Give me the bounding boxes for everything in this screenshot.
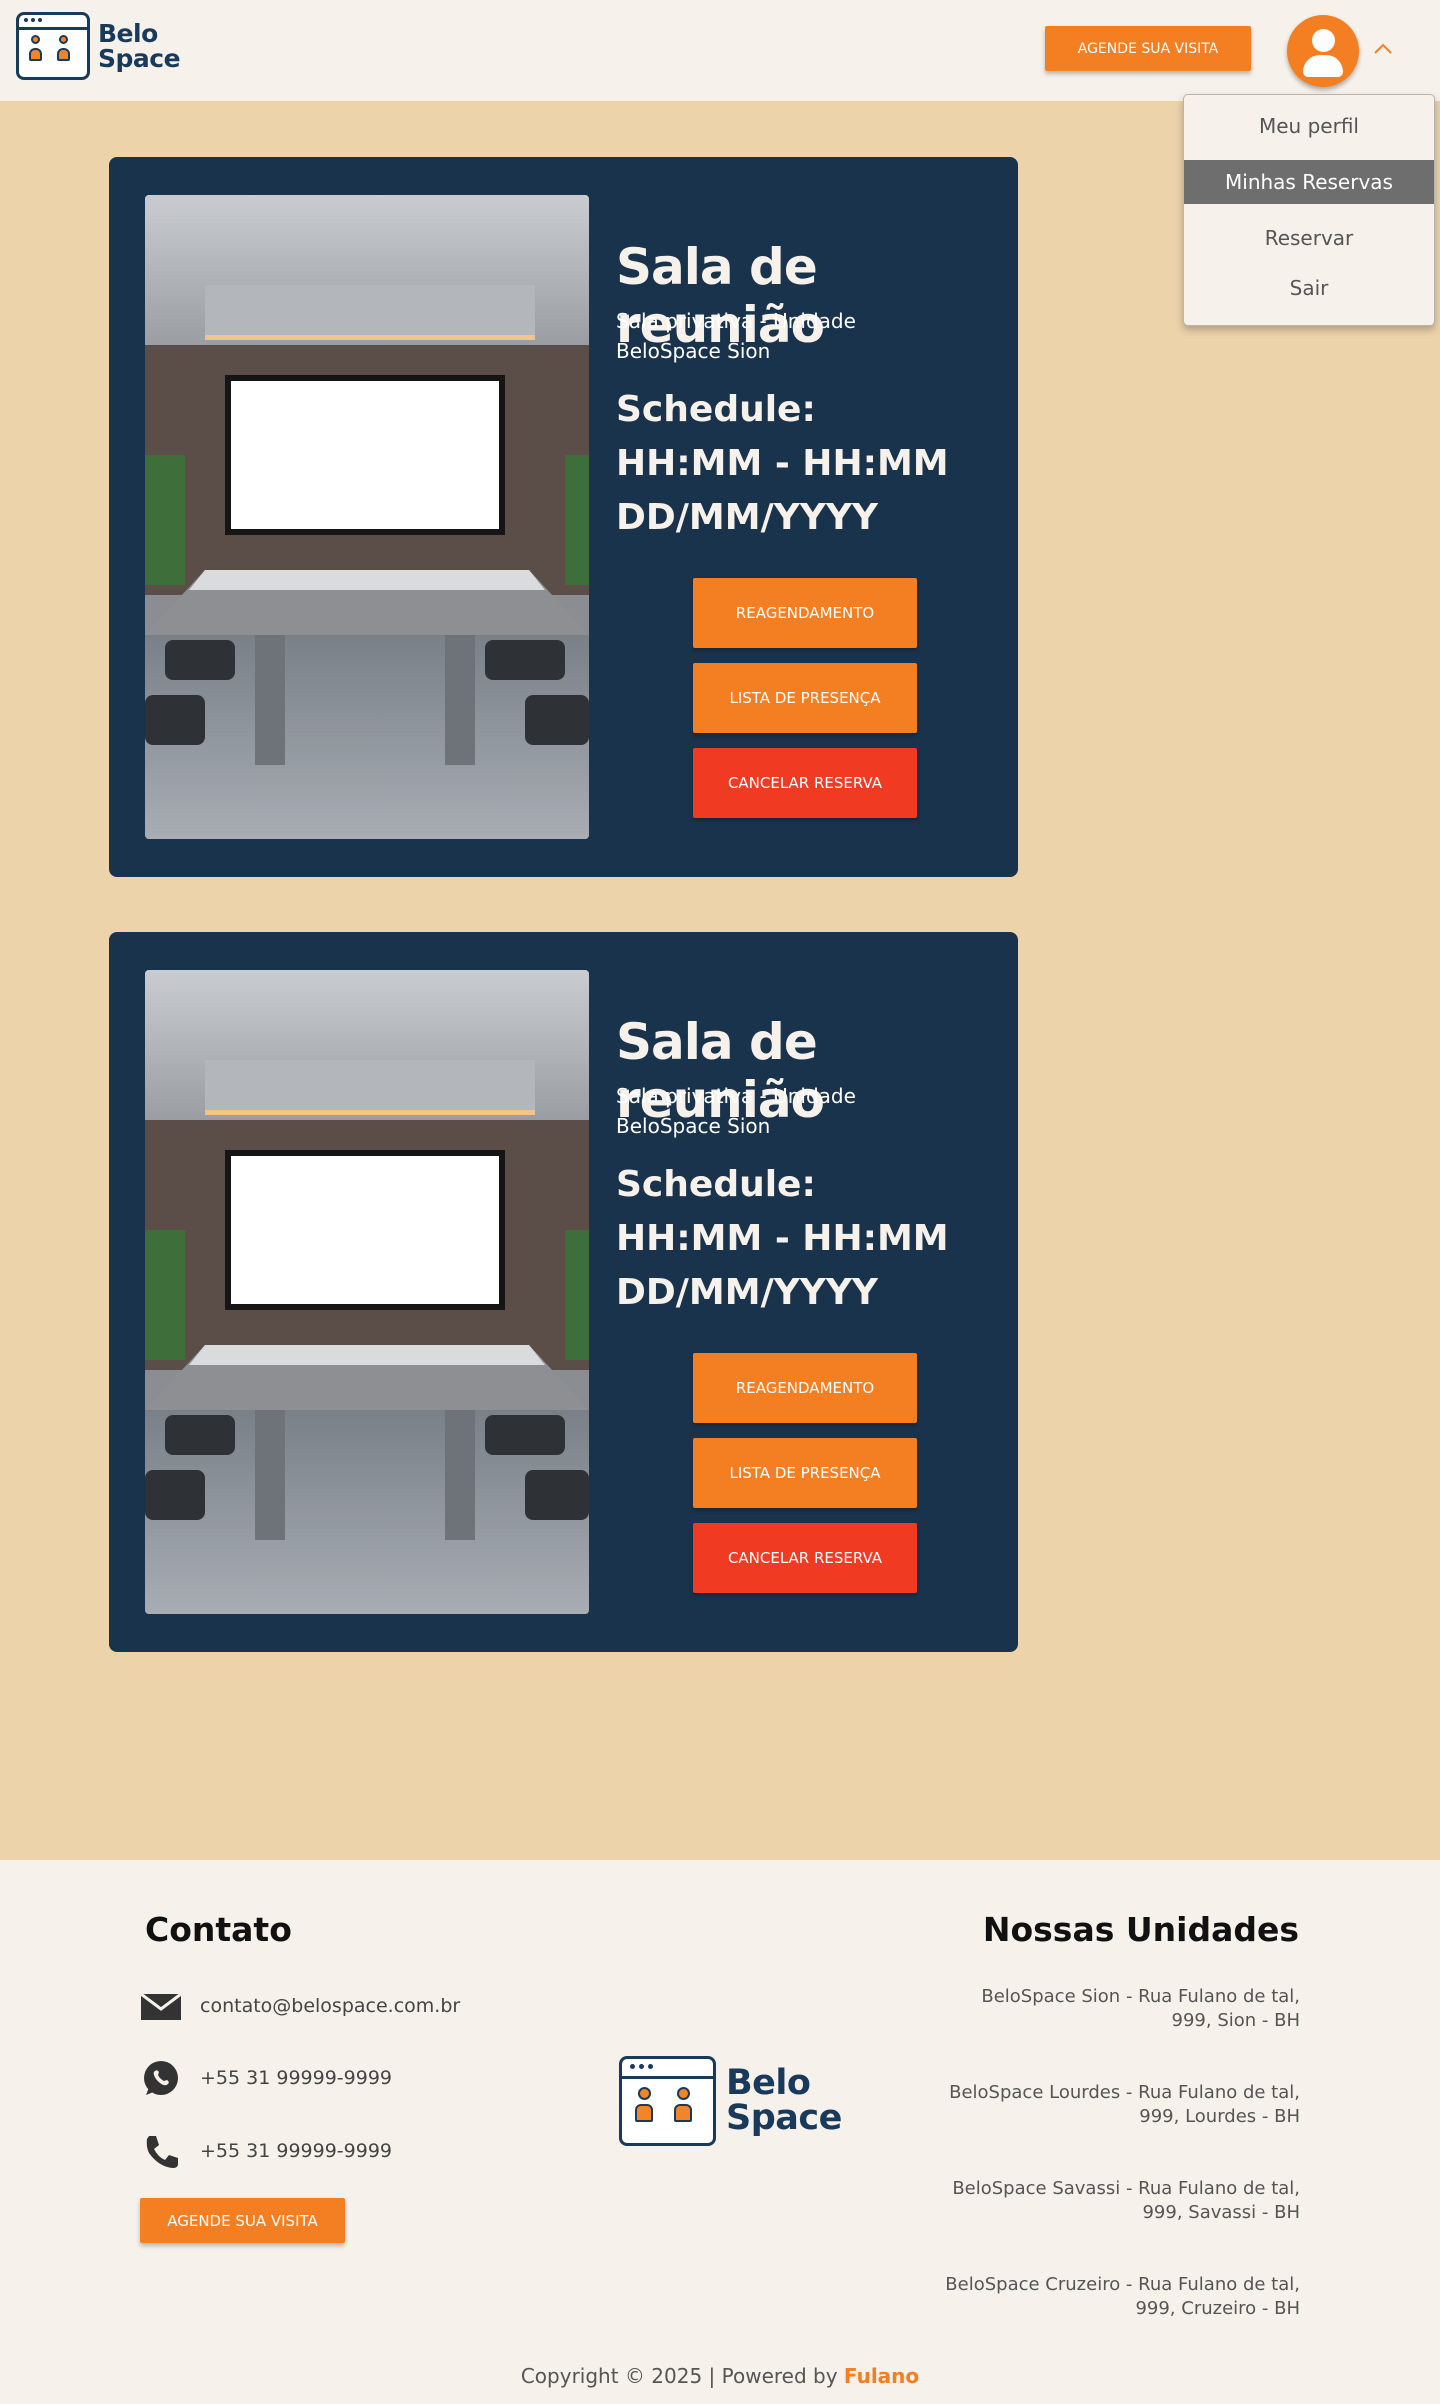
email-text: contato@belospace.com.br [200, 1995, 461, 2017]
user-avatar-button[interactable] [1287, 15, 1359, 87]
menu-item-book[interactable]: Reservar [1184, 226, 1434, 250]
site-footer: Contato contato@belospace.com.br +55 31 … [0, 1860, 1440, 2404]
schedule-visit-button[interactable]: AGENDE SUA VISITA [1045, 26, 1251, 71]
schedule-label: Schedule: [616, 389, 816, 430]
reservation-card: Sala de reunião Sala privativa - Unidade… [109, 932, 1018, 1652]
contact-email[interactable]: contato@belospace.com.br [140, 1985, 460, 2027]
schedule-date: DD/MM/YYYY [616, 1272, 878, 1313]
unit-address-line1: BeloSpace Cruzeiro - Rua Fulano de tal, [945, 2274, 1300, 2295]
footer-schedule-visit-button[interactable]: AGENDE SUA VISITA [140, 2198, 345, 2243]
logo-line-1: Belo [726, 2063, 811, 2103]
cancel-reservation-button[interactable]: CANCELAR RESERVA [693, 1523, 917, 1593]
chevron-up-icon[interactable] [1370, 38, 1396, 60]
unit-address-line1: BeloSpace Sion - Rua Fulano de tal, [981, 1986, 1300, 2007]
phone-icon [140, 2130, 182, 2172]
schedule-block: Schedule: HH:MM - HH:MM DD/MM/YYYY [616, 1158, 949, 1320]
site-header: Belo Space AGENDE SUA VISITA [0, 0, 1440, 101]
schedule-date: DD/MM/YYYY [616, 497, 878, 538]
schedule-block: Schedule: HH:MM - HH:MM DD/MM/YYYY [616, 383, 949, 545]
schedule-time: HH:MM - HH:MM [616, 1218, 949, 1259]
unit-address: BeloSpace Lourdes - Rua Fulano de tal, 9… [900, 2081, 1300, 2129]
unit-address-line1: BeloSpace Lourdes - Rua Fulano de tal, [949, 2082, 1300, 2103]
unit-address: BeloSpace Savassi - Rua Fulano de tal, 9… [900, 2177, 1300, 2225]
contact-heading: Contato [145, 1910, 292, 1949]
room-subtitle: Sala privativa - Unidade BeloSpace Sion [616, 309, 856, 363]
unit-address-line2: 999, Sion - BH [1171, 2010, 1300, 2031]
reservations-section: Sala de reunião Sala privativa - Unidade… [0, 101, 1440, 1860]
unit-address-line1: BeloSpace Savassi - Rua Fulano de tal, [952, 2178, 1300, 2199]
unit-address: BeloSpace Sion - Rua Fulano de tal, 999,… [900, 1985, 1300, 2033]
logo-line-1: Belo [98, 19, 158, 48]
belospace-logo-icon [619, 2056, 716, 2146]
reschedule-button[interactable]: REAGENDAMENTO [693, 578, 917, 648]
reschedule-button[interactable]: REAGENDAMENTO [693, 1353, 917, 1423]
schedule-time: HH:MM - HH:MM [616, 443, 949, 484]
cancel-reservation-button[interactable]: CANCELAR RESERVA [693, 748, 917, 818]
logo-wordmark: Belo Space [98, 19, 181, 73]
meeting-room-image [145, 195, 589, 839]
menu-item-logout[interactable]: Sair [1184, 276, 1434, 300]
unit-address-line2: 999, Lourdes - BH [1139, 2106, 1300, 2127]
unit-address: BeloSpace Cruzeiro - Rua Fulano de tal, … [900, 2273, 1300, 2321]
contact-whatsapp[interactable]: +55 31 99999-9999 [140, 2057, 392, 2099]
attendance-list-button[interactable]: LISTA DE PRESENÇA [693, 663, 917, 733]
logo-line-2: Space [726, 2098, 842, 2138]
logo-line-2: Space [98, 44, 181, 73]
units-heading: Nossas Unidades [982, 1910, 1299, 1949]
menu-item-profile[interactable]: Meu perfil [1184, 114, 1434, 138]
header-logo[interactable]: Belo Space [16, 12, 181, 80]
unit-address-line2: 999, Cruzeiro - BH [1135, 2298, 1300, 2319]
attendance-list-button[interactable]: LISTA DE PRESENÇA [693, 1438, 917, 1508]
powered-by-link[interactable]: Fulano [844, 2364, 919, 2388]
phone-text: +55 31 99999-9999 [200, 2140, 393, 2162]
whatsapp-text: +55 31 99999-9999 [200, 2067, 393, 2089]
reservation-card: Sala de reunião Sala privativa - Unidade… [109, 157, 1018, 877]
user-icon [1312, 29, 1335, 52]
mail-icon [140, 1985, 182, 2027]
copyright: Copyright © 2025 | Powered by Fulano [0, 2364, 1440, 2388]
unit-address-line2: 999, Savassi - BH [1142, 2202, 1300, 2223]
footer-logo[interactable]: Belo Space [619, 2056, 842, 2146]
logo-wordmark: Belo Space [726, 2066, 842, 2136]
copyright-text: Copyright © 2025 | Powered by [520, 2364, 838, 2388]
meeting-room-image [145, 970, 589, 1614]
whatsapp-icon [140, 2057, 182, 2099]
schedule-label: Schedule: [616, 1164, 816, 1205]
contact-phone[interactable]: +55 31 99999-9999 [140, 2130, 392, 2172]
menu-item-my-reservations[interactable]: Minhas Reservas [1184, 160, 1434, 204]
user-menu-dropdown: Meu perfil Minhas Reservas Reservar Sair [1183, 94, 1435, 326]
belospace-logo-icon [16, 12, 90, 80]
room-subtitle: Sala privativa - Unidade BeloSpace Sion [616, 1084, 856, 1138]
